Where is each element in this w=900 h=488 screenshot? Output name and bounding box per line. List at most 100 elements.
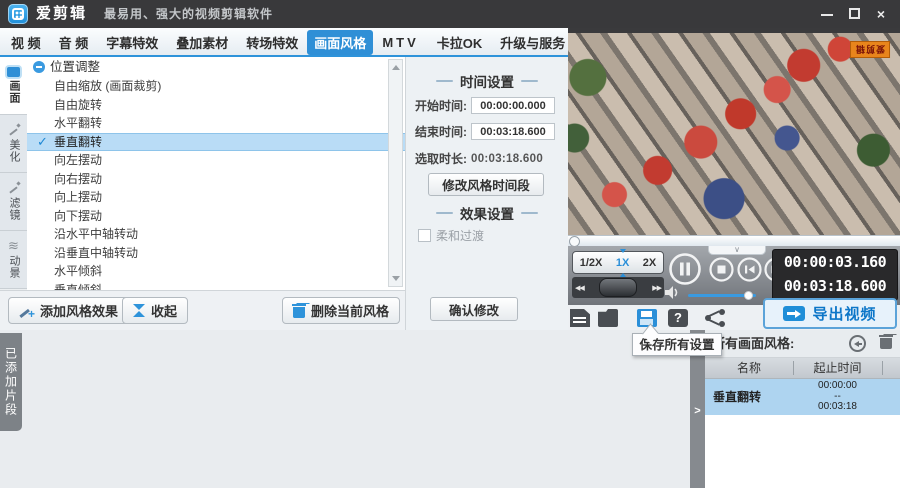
column-time: 起止时间 (813, 361, 862, 375)
stop-button[interactable] (709, 257, 734, 282)
new-project-icon[interactable] (570, 309, 590, 327)
open-folder-icon[interactable] (598, 309, 618, 327)
effect-item[interactable]: 沿垂直中轴转动 (27, 244, 405, 263)
effect-item[interactable]: 水平翻转 (27, 114, 405, 133)
effects-scrollbar[interactable] (388, 59, 403, 287)
scroll-up-icon[interactable] (392, 65, 400, 70)
styles-table-header: 名称 起止时间 (705, 358, 900, 379)
effect-item[interactable]: 向下摆动 (27, 207, 405, 226)
effects-group-header[interactable]: 位置调整 (27, 57, 405, 77)
undo-icon[interactable] (849, 335, 866, 352)
save-icon[interactable] (637, 309, 657, 327)
duration-row: 选取时长: 00:03:18.600 (415, 152, 544, 166)
side-tab-strip: 画面 美化 滤镜 ≋ 动景 (0, 57, 27, 289)
delete-style-button[interactable]: 删除当前风格 (282, 297, 401, 324)
wand-icon (8, 124, 20, 136)
effect-item[interactable]: 向左摆动 (27, 151, 405, 170)
filter-wand-icon (8, 182, 20, 194)
speed-half[interactable]: 1/2X (580, 257, 603, 269)
total-time: 00:03:18.600 (783, 277, 887, 295)
time-settings-title: 时间设置 (406, 71, 568, 91)
prev-frame-button[interactable] (737, 257, 762, 282)
forward-icon[interactable]: ▶▶ (652, 284, 662, 292)
check-icon: ✓ (37, 133, 48, 149)
added-clips-tab[interactable]: 已添加片段 (0, 333, 22, 431)
menu-item-subtitle-fx[interactable]: 字幕特效 (99, 30, 165, 55)
timeline: 已添加片段 爱剪辑-我的... × » 双击此处 添加视频 » » » » » … (0, 330, 690, 488)
menubar: 视 频 音 频 字幕特效 叠加素材 转场特效 画面风格 MTV 卡拉OK 升级与… (0, 28, 568, 62)
maximize-icon[interactable] (846, 6, 864, 22)
time-display: 00:00:03.160 00:03:18.600 (772, 249, 898, 301)
minimize-icon[interactable] (818, 6, 836, 22)
app-logo-icon (8, 4, 28, 24)
effect-item[interactable]: 自由缩放 (画面裁剪) (27, 77, 405, 96)
side-tab-picture[interactable]: 画面 (0, 57, 27, 115)
end-time-input[interactable] (471, 123, 555, 140)
shuttle-handle[interactable] (599, 278, 637, 297)
effect-item-selected[interactable]: ✓ 垂直翻转 (27, 132, 405, 151)
start-time-input[interactable] (471, 97, 555, 114)
scroll-down-icon[interactable] (392, 276, 400, 281)
export-video-button[interactable]: 导出视频 (763, 298, 897, 329)
current-time: 00:00:03.160 (783, 253, 887, 271)
speed-selector: 1/2X 1X 2X (572, 248, 664, 277)
pause-button[interactable] (668, 252, 702, 286)
app-window: 爱剪辑 最易用、强大的视频剪辑软件 × 视 频 音 频 字幕特效 叠加素材 转场… (0, 0, 900, 488)
titlebar: 爱剪辑 最易用、强大的视频剪辑软件 × (0, 0, 900, 28)
menu-item-audio[interactable]: 音 频 (52, 30, 96, 55)
help-icon[interactable]: ? (668, 309, 688, 327)
collapse-button[interactable]: 收起 (122, 297, 189, 324)
effect-item[interactable]: 自由旋转 (27, 96, 405, 115)
side-tab-filter[interactable]: 滤镜 (0, 173, 27, 231)
style-row-selected[interactable]: 垂直翻转 00:00:00 -- 00:03:18 (705, 379, 900, 415)
menu-item-transition[interactable]: 转场特效 (239, 30, 305, 55)
wand-plus-icon (19, 304, 35, 321)
trash-icon (292, 303, 306, 318)
app-title: 爱剪辑 (36, 5, 88, 22)
styles-panel-title: 所有画面风格: (712, 336, 795, 351)
speed-1x[interactable]: 1X (616, 248, 629, 277)
shuttle-slider[interactable]: ◀◀ ▶▶ (572, 277, 664, 298)
style-time-range: 00:00:00 -- 00:03:18 (818, 380, 857, 412)
add-style-button[interactable]: 添加风格效果 (8, 297, 130, 324)
column-name: 名称 (736, 361, 761, 375)
effect-item[interactable]: 沿水平中轴转动 (27, 225, 405, 244)
rewind-icon[interactable]: ◀◀ (575, 284, 585, 292)
menu-item-upgrade[interactable]: 升级与服务 (493, 30, 572, 55)
end-time-row: 结束时间: (415, 123, 555, 140)
collapse-arrows-icon (133, 304, 145, 317)
video-preview[interactable]: 爱剪辑 (568, 28, 900, 235)
menu-item-mtv[interactable]: MTV (375, 32, 425, 53)
waves-icon: ≋ (8, 238, 19, 253)
player-collapse-tab[interactable]: ∨ (708, 246, 766, 255)
volume-icon[interactable] (665, 286, 680, 299)
soft-transition-checkbox[interactable] (418, 229, 431, 242)
speed-2x[interactable]: 2X (643, 257, 656, 269)
effect-item[interactable]: 水平倾斜 (27, 262, 405, 281)
confirm-button[interactable]: 确认修改 (430, 297, 518, 321)
volume-handle[interactable] (744, 291, 753, 300)
panel-handle-icon[interactable]: > (690, 398, 705, 424)
trash-icon[interactable] (879, 335, 893, 349)
collapse-minus-icon (33, 61, 45, 73)
menu-item-overlay[interactable]: 叠加素材 (169, 30, 235, 55)
export-icon (783, 306, 806, 321)
soft-transition-row: 柔和过渡 (418, 227, 484, 244)
effects-panel: 位置调整 自由缩放 (画面裁剪) 自由旋转 水平翻转 ✓ 垂直翻转 向左摆动 向右… (27, 57, 405, 290)
share-icon[interactable] (705, 309, 725, 327)
modify-style-time-button[interactable]: 修改风格时间段 (428, 173, 544, 196)
volume-slider[interactable] (688, 291, 756, 300)
styles-panel-content: 所有画面风格: 名称 起止时间 垂直翻转 00:00:00 -- 00:03:1… (705, 330, 900, 488)
styles-panel-header: 所有画面风格: (705, 330, 900, 358)
effect-item[interactable]: 垂直倾斜 (27, 281, 405, 291)
close-icon[interactable]: × (872, 6, 890, 22)
side-tab-motion[interactable]: ≋ 动景 (0, 231, 27, 289)
effect-item[interactable]: 向上摆动 (27, 188, 405, 207)
side-tab-beautify[interactable]: 美化 (0, 115, 27, 173)
menu-item-karaoke[interactable]: 卡拉OK (430, 30, 490, 55)
actions-row: 添加风格效果 收起 删除当前风格 (0, 290, 405, 331)
effect-settings-title: 效果设置 (406, 203, 568, 223)
menu-item-picture-style[interactable]: 画面风格 (307, 30, 374, 62)
effect-item[interactable]: 向右摆动 (27, 170, 405, 189)
menu-item-video[interactable]: 视 频 (4, 30, 48, 55)
